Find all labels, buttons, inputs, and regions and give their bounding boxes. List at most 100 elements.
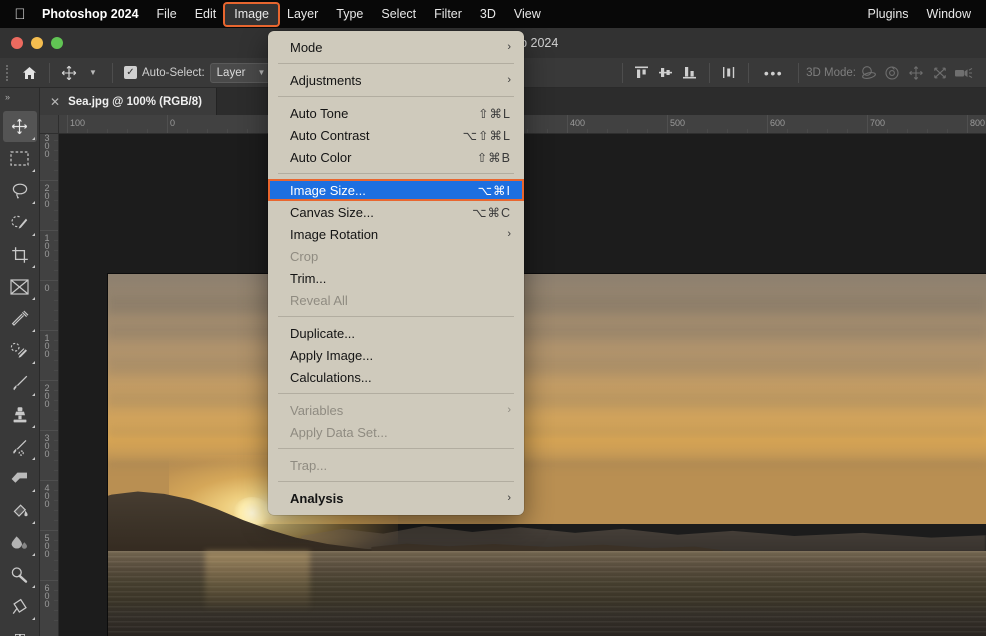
ruler-tick [40, 530, 59, 531]
menu-item-analysis[interactable]: Analysis› [268, 487, 524, 509]
ruler-tick-label: 0 [170, 118, 175, 128]
tool-preset-chevron-down-icon[interactable]: ▼ [81, 62, 105, 84]
ruler-minor-tick [54, 320, 58, 321]
menu-item-auto-tone[interactable]: Auto Tone⇧⌘L [268, 102, 524, 124]
ruler-minor-tick [54, 470, 58, 471]
menu-item-apply-data-set: Apply Data Set... [268, 421, 524, 443]
menubar-item-select[interactable]: Select [372, 4, 425, 25]
tools-panel: » [0, 88, 40, 636]
auto-select-checkbox[interactable]: ✓ [124, 66, 137, 79]
eyedropper-tool[interactable] [3, 303, 37, 334]
ruler-minor-tick [54, 450, 58, 451]
menu-item-image-size[interactable]: Image Size...⌥⌘I [268, 179, 524, 201]
ruler-tick-label: 400 [42, 483, 51, 507]
blur-tool[interactable] [3, 527, 37, 558]
menu-item-label: Crop [290, 249, 511, 264]
document-tab[interactable]: ✕ Sea.jpg @ 100% (RGB/8) [40, 88, 217, 115]
chevron-right-icon: › [507, 228, 511, 240]
spot-healing-brush-tool[interactable] [3, 335, 37, 366]
ruler-minor-tick [527, 129, 528, 133]
ruler-tick [967, 115, 968, 134]
object-selection-tool[interactable] [3, 207, 37, 238]
menu-item-shortcut: ⇧⌘L [478, 106, 511, 121]
clone-stamp-tool[interactable] [3, 399, 37, 430]
ruler-minor-tick [54, 210, 58, 211]
ruler-minor-tick [54, 420, 58, 421]
chevron-double-right-icon[interactable]: » [0, 88, 39, 105]
menubar-item-image[interactable]: Image [225, 4, 278, 25]
ruler-tick-label: 800 [970, 118, 985, 128]
menubar-item-3d[interactable]: 3D [471, 4, 505, 25]
horizontal-type-tool[interactable]: T [3, 623, 37, 636]
ruler-minor-tick [587, 129, 588, 133]
menu-separator [278, 96, 514, 97]
menubar-item-filter[interactable]: Filter [425, 4, 471, 25]
menu-item-duplicate[interactable]: Duplicate... [268, 322, 524, 344]
crop-tool[interactable] [3, 239, 37, 270]
menu-item-label: Calculations... [290, 370, 511, 385]
options-bar-drag-handle[interactable] [6, 65, 8, 81]
history-brush-tool[interactable] [3, 431, 37, 462]
pen-tool[interactable] [3, 591, 37, 622]
menubar-item-view[interactable]: View [505, 4, 550, 25]
close-icon[interactable]: ✕ [50, 96, 60, 108]
ruler-minor-tick [54, 390, 58, 391]
divider [709, 63, 710, 83]
menu-item-mode[interactable]: Mode› [268, 36, 524, 58]
align-bottom-edges-icon[interactable] [678, 62, 702, 84]
ruler-tick-label: 600 [42, 583, 51, 607]
ruler-tick-label: 600 [770, 118, 785, 128]
menu-item-image-rotation[interactable]: Image Rotation› [268, 223, 524, 245]
ruler-minor-tick [107, 129, 108, 133]
menubar-item-edit[interactable]: Edit [186, 4, 226, 25]
more-options-button[interactable]: ••• [756, 65, 791, 81]
gradient-tool[interactable] [3, 495, 37, 526]
menu-item-label: Adjustments [290, 73, 507, 88]
ruler-tick [40, 180, 59, 181]
ruler-minor-tick [54, 520, 58, 521]
lasso-tool[interactable] [3, 175, 37, 206]
auto-select-value: Layer [217, 67, 246, 79]
menubar-item-window[interactable]: Window [918, 4, 980, 25]
home-icon[interactable] [16, 62, 42, 84]
menubar-item-layer[interactable]: Layer [278, 4, 327, 25]
menubar-right-group: Plugins Window [859, 4, 986, 25]
ruler-minor-tick [227, 129, 228, 133]
ruler-tick [40, 580, 59, 581]
menubar-item-file[interactable]: File [148, 4, 186, 25]
frame-tool[interactable] [3, 271, 37, 302]
align-vertical-centers-icon[interactable] [654, 62, 678, 84]
ruler-corner[interactable] [40, 115, 59, 134]
document-image[interactable] [108, 274, 986, 636]
image-menu-dropdown[interactable]: Mode›Adjustments›Auto Tone⇧⌘LAuto Contra… [268, 31, 524, 515]
chevron-right-icon: › [507, 74, 511, 86]
menu-item-shortcut: ⌥⌘I [478, 183, 511, 198]
menu-item-label: Auto Color [290, 150, 477, 165]
menu-item-canvas-size[interactable]: Canvas Size...⌥⌘C [268, 201, 524, 223]
ruler-minor-tick [54, 540, 58, 541]
brush-tool[interactable] [3, 367, 37, 398]
document-tab-title: Sea.jpg @ 100% (RGB/8) [68, 96, 202, 108]
menu-item-adjustments[interactable]: Adjustments› [268, 69, 524, 91]
menu-item-trim[interactable]: Trim... [268, 267, 524, 289]
align-top-edges-icon[interactable] [630, 62, 654, 84]
move-tool-icon[interactable] [57, 62, 81, 84]
menu-item-auto-contrast[interactable]: Auto Contrast⌥⇧⌘L [268, 124, 524, 146]
ruler-minor-tick [947, 129, 948, 133]
ruler-tick-label: 500 [670, 118, 685, 128]
rectangular-marquee-tool[interactable] [3, 143, 37, 174]
apple-logo-icon[interactable]:  [12, 5, 28, 23]
distribute-horizontal-icon[interactable] [717, 62, 741, 84]
eraser-tool[interactable] [3, 463, 37, 494]
menu-item-calculations[interactable]: Calculations... [268, 366, 524, 388]
menu-item-variables: Variables› [268, 399, 524, 421]
menu-item-auto-color[interactable]: Auto Color⇧⌘B [268, 146, 524, 168]
vertical-ruler[interactable]: 3002001000100200300400500600 [40, 134, 59, 636]
menubar-app-name[interactable]: Photoshop 2024 [42, 4, 148, 25]
auto-select-dropdown[interactable]: Layer ▼ [210, 63, 273, 83]
dodge-tool[interactable] [3, 559, 37, 590]
move-tool[interactable] [3, 111, 37, 142]
menubar-item-type[interactable]: Type [327, 4, 372, 25]
menu-item-apply-image[interactable]: Apply Image... [268, 344, 524, 366]
menubar-item-plugins[interactable]: Plugins [859, 4, 918, 25]
